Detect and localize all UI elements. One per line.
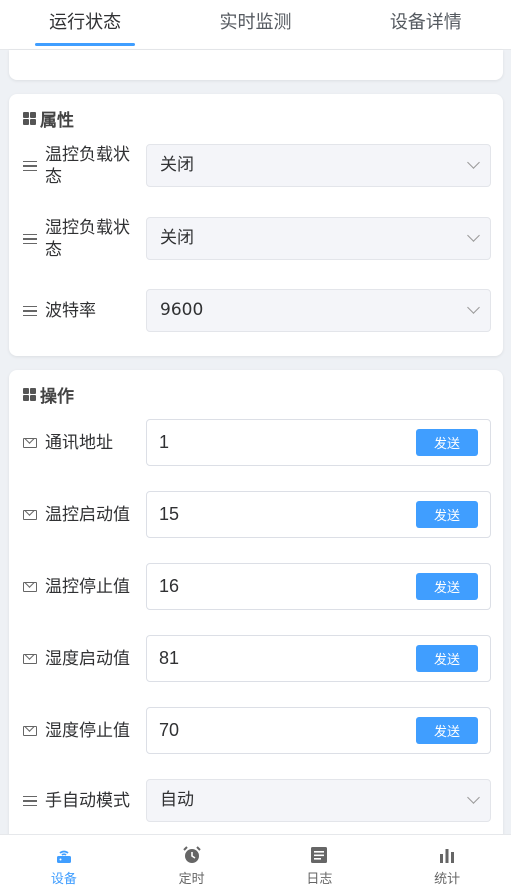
op-row-temp-start: 温控启动值 发送: [23, 491, 491, 538]
tab-device-details[interactable]: 设备详情: [341, 0, 511, 49]
chevron-down-icon: [467, 301, 480, 314]
attributes-title: 属性: [40, 111, 74, 131]
humid-start-input[interactable]: [159, 636, 399, 681]
nav-stats[interactable]: 统计: [383, 835, 511, 890]
router-icon: [56, 850, 71, 863]
grid-icon: [23, 388, 36, 401]
attr-row-temp-load: 温控负载状态 关闭: [23, 144, 491, 188]
attributes-card: 属性 温控负载状态 关闭 湿控负载状态 关闭 波特率 9600: [9, 94, 503, 356]
op-label-humid-stop: 湿度停止值: [45, 720, 130, 741]
attr-label-humid-load: 湿控负载状态: [45, 218, 130, 260]
op-row-humid-stop: 湿度停止值 发送: [23, 707, 491, 754]
send-button[interactable]: 发送: [416, 645, 478, 672]
operations-header: 操作: [23, 382, 74, 407]
nav-log[interactable]: 日志: [256, 835, 384, 890]
attr-label-baud-rate: 波特率: [45, 301, 96, 321]
attributes-header: 属性: [23, 106, 74, 131]
humid-stop-field: 发送: [146, 707, 491, 754]
humid-load-select[interactable]: 关闭: [146, 217, 491, 260]
humid-start-field: 发送: [146, 635, 491, 682]
chevron-down-icon: [467, 156, 480, 169]
send-button[interactable]: 发送: [416, 573, 478, 600]
log-icon: [311, 847, 328, 863]
attr-label-temp-load: 温控负载状态: [45, 145, 130, 187]
chevron-down-icon: [467, 791, 480, 804]
chevron-down-icon: [467, 229, 480, 242]
status-card: [9, 50, 503, 80]
operations-card: 操作 通讯地址 发送 温控启动值 发送 温控停止值 发送: [9, 370, 503, 840]
op-row-mode: 手自动模式 自动: [23, 779, 491, 823]
operations-title: 操作: [40, 387, 74, 407]
op-label-comm-address: 通讯地址: [45, 432, 113, 453]
baud-rate-select[interactable]: 9600: [146, 289, 491, 332]
op-row-humid-start: 湿度启动值 发送: [23, 635, 491, 682]
send-button[interactable]: 发送: [416, 429, 478, 456]
alarm-clock-icon: [182, 846, 201, 863]
send-button[interactable]: 发送: [416, 717, 478, 744]
mail-icon: [23, 437, 37, 448]
menu-icon: [23, 303, 37, 320]
grid-icon: [23, 112, 36, 125]
mail-icon: [23, 581, 37, 592]
mail-icon: [23, 725, 37, 736]
humid-stop-input[interactable]: [159, 708, 399, 753]
menu-icon: [23, 158, 37, 175]
op-label-mode: 手自动模式: [45, 791, 130, 811]
attr-row-humid-load: 湿控负载状态 关闭: [23, 217, 491, 261]
op-label-temp-stop: 温控停止值: [45, 576, 130, 597]
temp-stop-input[interactable]: [159, 564, 399, 609]
temp-stop-field: 发送: [146, 563, 491, 610]
comm-address-field: 发送: [146, 419, 491, 466]
bar-chart-icon: [440, 849, 455, 863]
menu-icon: [23, 793, 37, 810]
tab-running-status[interactable]: 运行状态: [0, 0, 170, 49]
bottom-nav: 设备 定时 日志 统计: [0, 834, 511, 890]
send-button[interactable]: 发送: [416, 501, 478, 528]
temp-start-input[interactable]: [159, 492, 399, 537]
temp-load-select[interactable]: 关闭: [146, 144, 491, 187]
attr-row-baud-rate: 波特率 9600: [23, 289, 491, 333]
comm-address-input[interactable]: [159, 420, 399, 465]
op-row-comm-address: 通讯地址 发送: [23, 419, 491, 466]
mode-select[interactable]: 自动: [146, 779, 491, 822]
op-label-humid-start: 湿度启动值: [45, 648, 130, 669]
mail-icon: [23, 509, 37, 520]
nav-timer[interactable]: 定时: [128, 835, 256, 890]
op-label-temp-start: 温控启动值: [45, 504, 130, 525]
mail-icon: [23, 653, 37, 664]
op-row-temp-stop: 温控停止值 发送: [23, 563, 491, 610]
nav-device[interactable]: 设备: [0, 835, 128, 890]
temp-start-field: 发送: [146, 491, 491, 538]
tab-realtime-monitor[interactable]: 实时监测: [170, 0, 340, 49]
menu-icon: [23, 231, 37, 248]
top-tabs: 运行状态 实时监测 设备详情: [0, 0, 511, 50]
